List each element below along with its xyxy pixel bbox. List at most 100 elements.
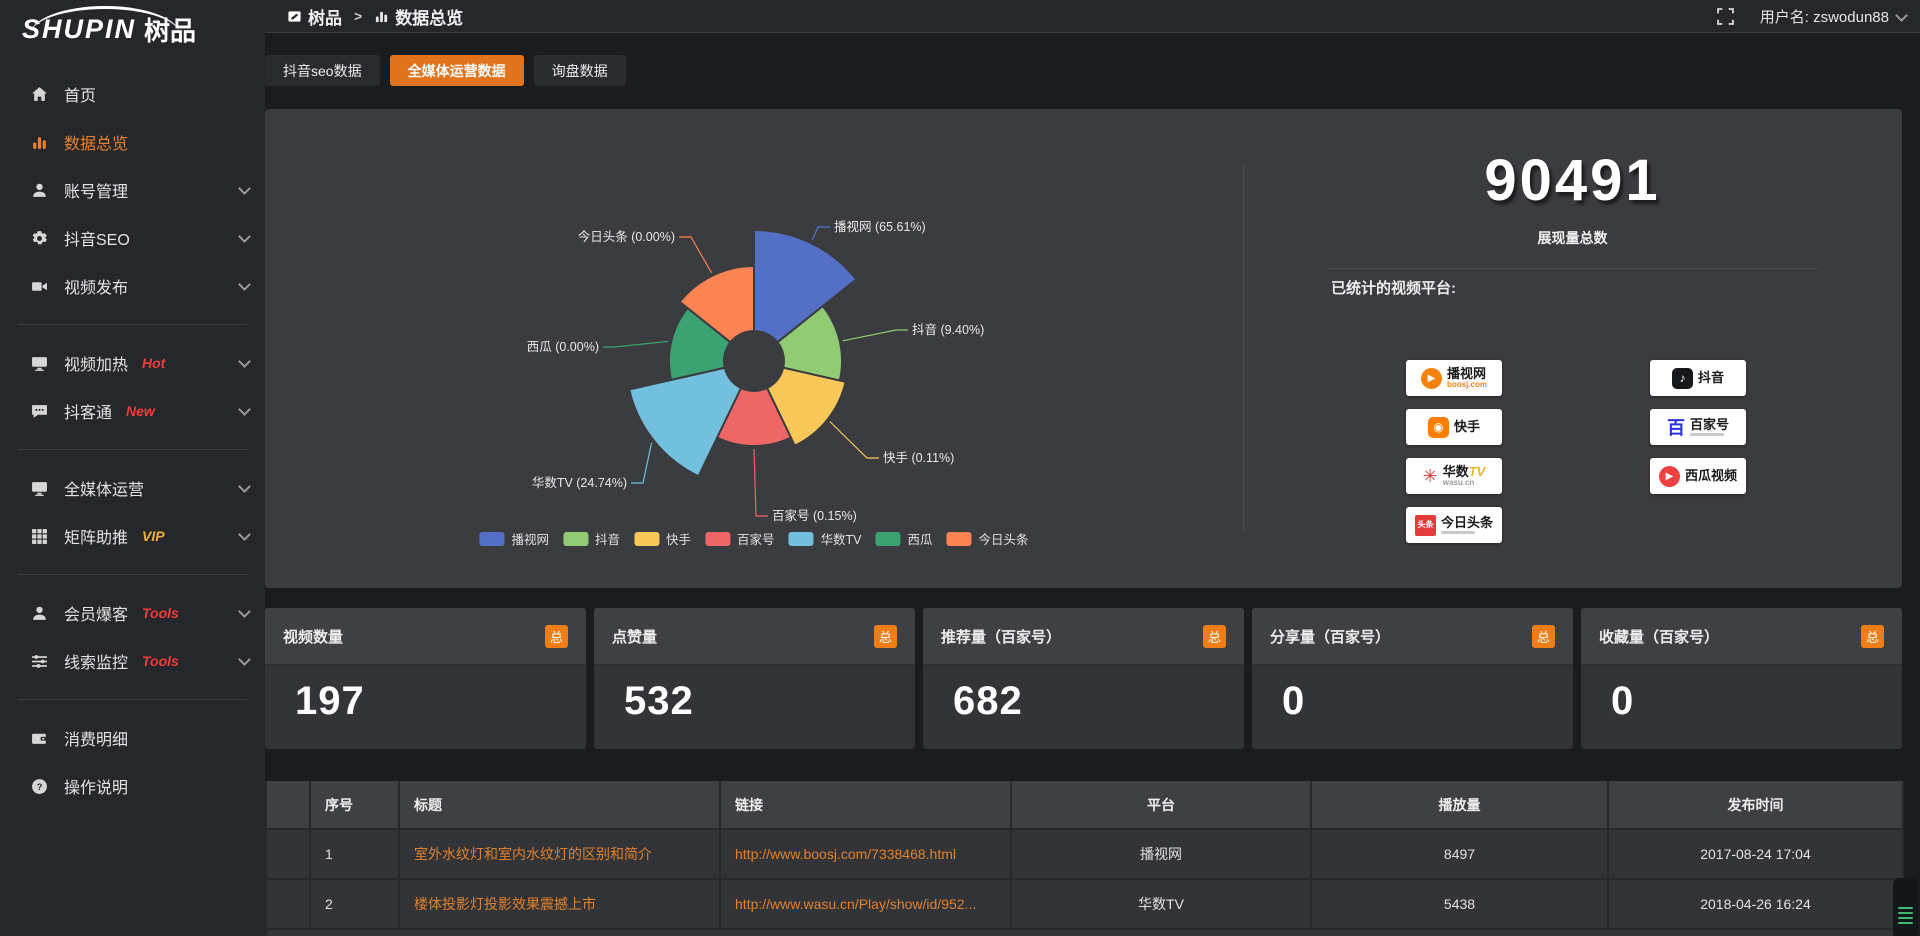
app-root: SHUPIN 树品 首页数据总览账号管理抖音SEO视频发布视频加热Hot抖客通N… — [0, 0, 1920, 936]
fullscreen-icon[interactable] — [1717, 8, 1734, 25]
legend-label: 今日头条 — [979, 529, 1029, 548]
tab-抖音seo数据[interactable]: 抖音seo数据 — [265, 55, 380, 86]
table-cell: 8497 — [1311, 829, 1608, 879]
stat-card-title: 视频数量 — [283, 626, 343, 647]
video-publish-icon — [30, 277, 48, 295]
platform-subtext: wasu.cn — [1443, 479, 1486, 487]
platform-name-wrap: 播视网boosj.com — [1447, 367, 1487, 389]
legend-item-抖音[interactable]: 抖音 — [563, 529, 620, 548]
chevron-down-icon — [238, 278, 251, 291]
video-url-link[interactable]: http://www.boosj.com/7338468.html — [735, 846, 998, 862]
chat-icon — [30, 402, 48, 420]
pie-label: 西瓜 (0.00%) — [527, 340, 599, 354]
tab-bar: 抖音seo数据全媒体运营数据询盘数据 — [265, 55, 1906, 86]
platform-badge-华数TV: ✳华数TVwasu.cn — [1406, 458, 1502, 494]
sidebar-item-线索监控[interactable]: 线索监控Tools — [0, 637, 265, 685]
sidebar-item-首页[interactable]: 首页 — [0, 70, 265, 118]
platform-logo-icon: ♪ — [1672, 368, 1693, 389]
user-menu[interactable]: 用户名: zswodun88 — [1760, 6, 1906, 27]
legend-label: 华数TV — [821, 529, 862, 548]
stat-card-收藏量（百家号）: 收藏量（百家号）总0 — [1581, 608, 1902, 749]
legend-item-华数TV[interactable]: 华数TV — [789, 529, 862, 548]
table-cell: 2 — [310, 879, 399, 929]
platform-badge-西瓜视频: ▶西瓜视频 — [1650, 458, 1746, 494]
pie-slice-华数TV[interactable] — [629, 368, 741, 477]
stat-card-title: 点赞量 — [612, 626, 657, 647]
sidebar-item-badge: New — [126, 403, 155, 419]
sidebar-divider — [18, 699, 247, 700]
pie-chart-area: 播视网 (65.61%)抖音 (9.40%)快手 (0.11%)百家号 (0.1… — [265, 109, 1243, 588]
legend-item-今日头条[interactable]: 今日头条 — [947, 529, 1029, 548]
sidebar-item-操作说明[interactable]: ?操作说明 — [0, 762, 265, 810]
chevron-down-icon — [238, 653, 251, 666]
sidebar-item-矩阵助推[interactable]: 矩阵助推VIP — [0, 512, 265, 560]
sidebar-item-label: 矩阵助推 — [64, 524, 128, 548]
sidebar-item-视频发布[interactable]: 视频发布 — [0, 262, 265, 310]
sidebar-divider — [18, 574, 247, 575]
sidebar-item-label: 消费明细 — [64, 726, 128, 750]
table-header-checkbox — [266, 781, 310, 829]
pie-label: 华数TV (24.74%) — [532, 475, 627, 490]
pie-label: 播视网 (65.61%) — [834, 219, 926, 234]
platform-logo-icon: ▶ — [1659, 466, 1680, 487]
legend-swatch — [705, 532, 730, 546]
grid-icon — [30, 527, 48, 545]
legend-item-百家号[interactable]: 百家号 — [705, 529, 775, 548]
sidebar-item-label: 视频加热 — [64, 351, 128, 375]
sidebar-item-label: 线索监控 — [64, 649, 128, 673]
content: 抖音seo数据全媒体运营数据询盘数据 播视网 (65.61%)抖音 (9.40%… — [265, 33, 1920, 936]
stat-card-value: 0 — [1252, 665, 1573, 724]
legend-item-播视网[interactable]: 播视网 — [479, 529, 549, 548]
table-header: 发布时间 — [1608, 781, 1903, 829]
tab-全媒体运营数据[interactable]: 全媒体运营数据 — [390, 55, 524, 86]
legend-swatch — [947, 532, 972, 546]
sidebar-item-抖客通[interactable]: 抖客通New — [0, 387, 265, 435]
breadcrumb-item[interactable]: 数据总览 — [395, 4, 463, 29]
sidebar-item-抖音SEO[interactable]: 抖音SEO — [0, 214, 265, 262]
topbar-right: 用户名: zswodun88 — [1717, 6, 1906, 27]
stat-card-value: 197 — [265, 665, 586, 724]
chevron-down-icon — [238, 403, 251, 416]
sidebar-item-数据总览[interactable]: 数据总览 — [0, 118, 265, 166]
total-impressions-label: 展现量总数 — [1243, 228, 1902, 248]
tab-询盘数据[interactable]: 询盘数据 — [534, 55, 626, 86]
table-header-row: 序号标题链接平台播放量发布时间 — [266, 781, 1903, 829]
table-cell: 室外水纹灯和室内水纹灯的区别和简介 — [399, 829, 720, 879]
sidebar-item-会员爆客[interactable]: 会员爆客Tools — [0, 589, 265, 637]
sidebar-item-label: 会员爆客 — [64, 601, 128, 625]
legend-item-快手[interactable]: 快手 — [634, 529, 691, 548]
total-badge: 总 — [874, 625, 897, 648]
stat-card-header: 点赞量 总 — [594, 608, 915, 665]
platform-name-wrap: 抖音 — [1698, 371, 1724, 385]
table-row-partial — [265, 930, 1906, 936]
platform-name: 播视网 — [1447, 367, 1487, 381]
pie-label-line — [754, 449, 768, 516]
legend-label: 百家号 — [737, 529, 775, 548]
sidebar-item-全媒体运营[interactable]: 全媒体运营 — [0, 464, 265, 512]
legend-swatch — [563, 532, 588, 546]
app-logo[interactable]: SHUPIN 树品 — [0, 0, 265, 58]
platform-logo-icon: 百 — [1667, 414, 1685, 440]
sidebar-item-label: 首页 — [64, 82, 96, 106]
platform-badge-抖音: ♪ 抖音 — [1650, 360, 1746, 396]
platform-badge-百家号: 百百家号 — [1650, 409, 1746, 445]
floating-widget[interactable] — [1893, 878, 1918, 936]
sidebar-item-账号管理[interactable]: 账号管理 — [0, 166, 265, 214]
video-title-link[interactable]: 楼体投影灯投影效果震撼上市 — [414, 894, 707, 914]
gear-icon — [30, 229, 48, 247]
platform-name: 百家号 — [1690, 418, 1729, 432]
stat-card-推荐量（百家号）: 推荐量（百家号）总682 — [923, 608, 1244, 749]
platform-badge-快手: ◉快手 — [1406, 409, 1502, 445]
sidebar-item-label: 账号管理 — [64, 178, 128, 202]
table-cell: 2017-08-24 17:04 — [1608, 829, 1903, 879]
chart-bars-icon — [30, 133, 48, 151]
pie-label-line — [679, 237, 712, 273]
table-cell: 2018-04-26 16:24 — [1608, 879, 1903, 929]
sidebar-item-视频加热[interactable]: 视频加热Hot — [0, 339, 265, 387]
legend-item-西瓜[interactable]: 西瓜 — [876, 529, 933, 548]
video-url-link[interactable]: http://www.wasu.cn/Play/show/id/952... — [735, 896, 998, 912]
sidebar-item-消费明细[interactable]: 消费明细 — [0, 714, 265, 762]
video-title-link[interactable]: 室外水纹灯和室内水纹灯的区别和简介 — [414, 844, 707, 864]
stat-card-value: 532 — [594, 665, 915, 724]
breadcrumb-item[interactable]: 树品 — [308, 4, 342, 29]
